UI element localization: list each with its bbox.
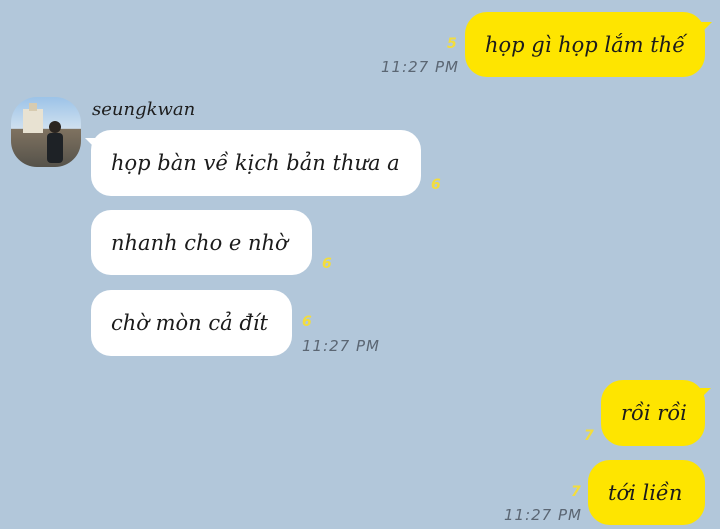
unread-count: 6 xyxy=(431,177,441,193)
bubble-tail xyxy=(699,388,711,400)
timestamp: 11:27 PM xyxy=(504,506,582,524)
unread-count: 6 xyxy=(322,256,332,272)
my-message-bubble[interactable]: tới liền xyxy=(588,460,705,525)
unread-count: 7 xyxy=(571,484,581,500)
my-message-bubble[interactable]: họp gì họp lắm thế xyxy=(465,12,705,77)
message-text: tới liền xyxy=(608,480,683,505)
message-text: nhanh cho e nhờ xyxy=(111,230,288,255)
contact-avatar[interactable] xyxy=(11,97,81,167)
message-text: họp gì họp lắm thế xyxy=(485,32,686,57)
message-text: chờ mòn cả đít xyxy=(111,311,268,335)
unread-count: 6 xyxy=(302,314,312,330)
unread-count: 7 xyxy=(584,428,594,444)
their-message-bubble[interactable]: họp bàn về kịch bản thưa a xyxy=(91,130,421,196)
timestamp: 11:27 PM xyxy=(302,337,380,355)
contact-name: seungkwan xyxy=(92,99,196,120)
their-message-bubble[interactable]: chờ mòn cả đít xyxy=(91,290,292,356)
avatar-photo-icon xyxy=(23,103,63,163)
my-message-bubble[interactable]: rồi rồi xyxy=(601,380,705,446)
their-message-bubble[interactable]: nhanh cho e nhờ xyxy=(91,210,312,275)
timestamp: 11:27 PM xyxy=(381,58,459,76)
unread-count: 5 xyxy=(447,36,457,52)
message-text: họp bàn về kịch bản thưa a xyxy=(111,151,400,175)
message-text: rồi rồi xyxy=(621,401,687,425)
bubble-tail xyxy=(700,22,712,34)
